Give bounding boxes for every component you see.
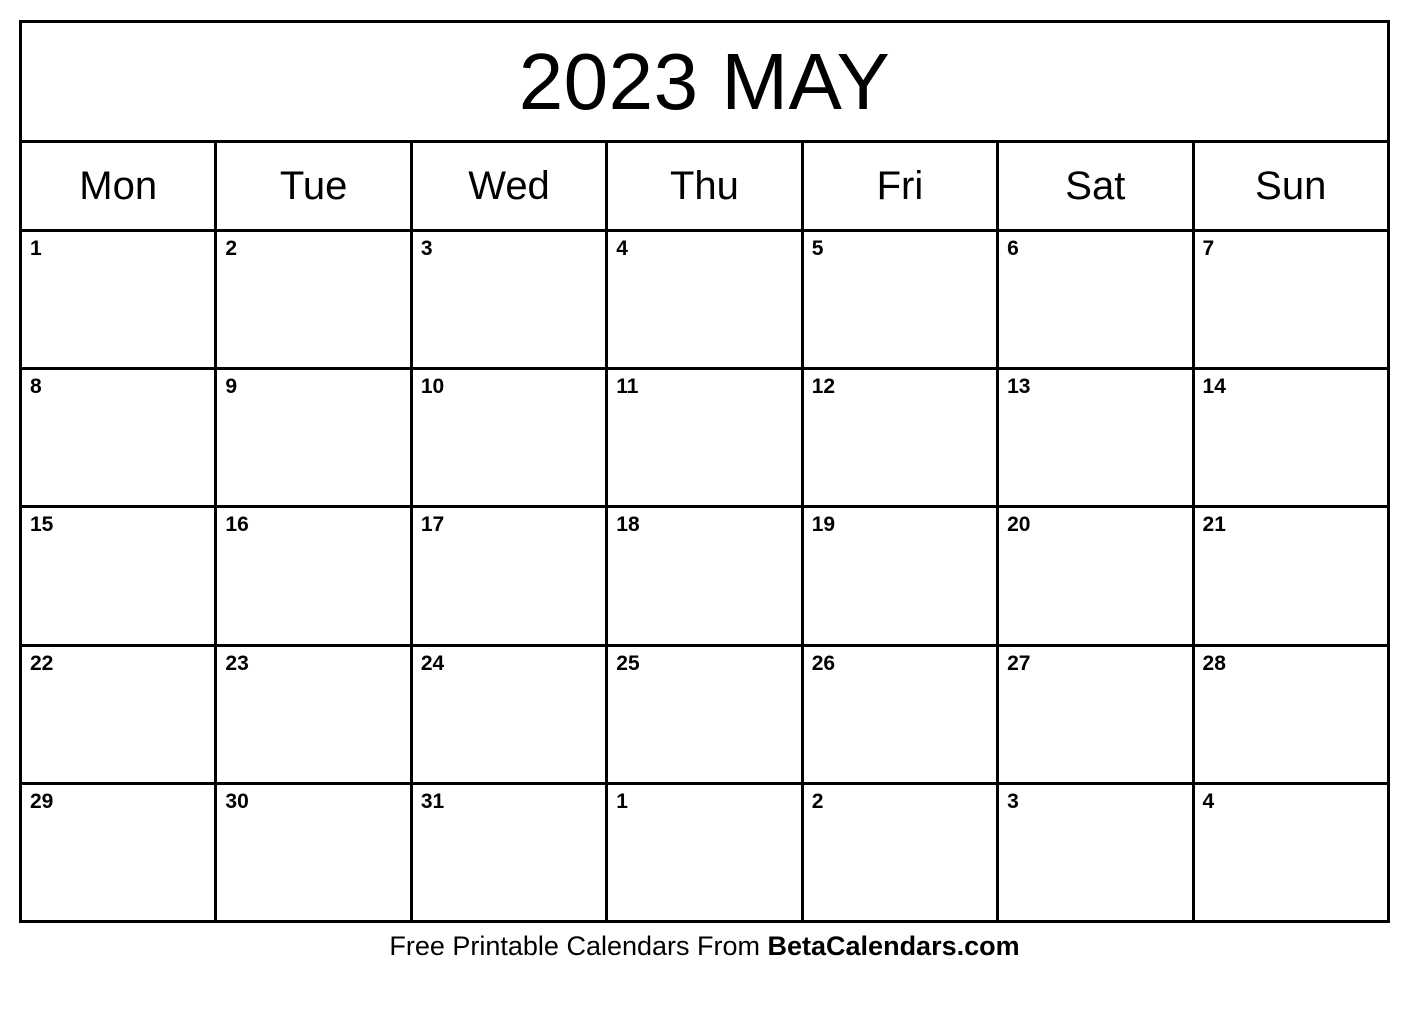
day-cell[interactable]: 14	[1194, 370, 1387, 506]
day-number: 29	[30, 789, 54, 813]
day-number: 16	[225, 513, 249, 537]
weekday-label: Mon	[79, 164, 158, 208]
day-cell[interactable]: 12	[803, 370, 1000, 506]
day-cell[interactable]: 11	[608, 370, 804, 506]
day-number: 5	[811, 237, 824, 260]
weekday-label: Sat	[1065, 164, 1126, 208]
day-cell[interactable]: 7	[1194, 232, 1387, 368]
day-number: 9	[225, 375, 238, 399]
day-number: 13	[1007, 375, 1031, 399]
day-cell[interactable]: 10	[412, 370, 609, 506]
day-number: 15	[30, 513, 54, 537]
day-number: 20	[1007, 513, 1031, 537]
weekday-header-thu: Thu	[608, 143, 804, 229]
day-cell[interactable]: 31	[412, 784, 609, 921]
footer-brand-link[interactable]: BetaCalendars.com	[768, 931, 1020, 961]
day-cell[interactable]: 13	[999, 370, 1195, 506]
week-row: 15 16 17 18 19 20 21	[22, 508, 1387, 647]
day-number: 30	[225, 789, 249, 813]
day-number: 11	[616, 375, 639, 399]
footer-attribution: Free Printable Calendars From BetaCalend…	[19, 931, 1390, 962]
day-number: 2	[811, 789, 824, 813]
week-row: 8 9 10 11 12 13 14	[22, 370, 1387, 509]
day-cell[interactable]: 1	[608, 784, 804, 921]
weekday-header-wed: Wed	[412, 143, 609, 229]
day-cell[interactable]: 27	[999, 646, 1195, 782]
day-number: 21	[1202, 513, 1226, 537]
day-cell[interactable]: 18	[608, 508, 804, 644]
weekday-label: Sun	[1255, 164, 1327, 208]
day-number: 19	[811, 513, 836, 537]
weekday-header-tue: Tue	[217, 143, 413, 229]
calendar-page: 2023 MAY Mon Tue Wed Thu Fri Sat Sun 1 2…	[0, 0, 1410, 1020]
day-cell[interactable]: 1	[22, 232, 218, 368]
day-cell[interactable]: 29	[22, 784, 218, 921]
weekday-label: Wed	[468, 164, 550, 208]
day-cell[interactable]: 3	[999, 784, 1195, 921]
day-cell[interactable]: 21	[1194, 508, 1387, 644]
week-row: 22 23 24 25 26 27 28	[22, 646, 1387, 785]
day-number: 6	[1007, 237, 1019, 260]
day-number: 1	[30, 237, 42, 260]
day-number: 17	[420, 513, 445, 537]
day-number: 3	[420, 237, 433, 260]
day-cell[interactable]: 23	[217, 646, 413, 782]
day-cell[interactable]: 19	[803, 508, 1000, 644]
day-cell[interactable]: 26	[803, 646, 1000, 782]
day-number: 8	[30, 375, 42, 399]
day-number: 4	[616, 237, 628, 260]
day-number: 14	[1202, 375, 1226, 399]
day-number: 25	[616, 651, 640, 675]
day-number: 10	[420, 375, 445, 399]
day-number: 7	[1202, 237, 1215, 260]
day-cell[interactable]: 9	[217, 370, 413, 506]
page-title: 2023 MAY	[518, 36, 891, 126]
day-cell[interactable]: 28	[1194, 646, 1387, 782]
day-cell[interactable]: 16	[217, 508, 413, 644]
day-number: 3	[1007, 789, 1019, 813]
day-number: 28	[1202, 651, 1226, 675]
day-number: 2	[225, 237, 238, 260]
day-number: 22	[30, 651, 54, 675]
day-cell[interactable]: 17	[412, 508, 609, 644]
day-cell[interactable]: 5	[803, 232, 1000, 368]
day-cell[interactable]: 8	[22, 370, 218, 506]
weekday-header-sun: Sun	[1194, 143, 1387, 229]
day-number: 26	[811, 651, 836, 675]
day-cell[interactable]: 6	[999, 232, 1195, 368]
calendar-weeks: 1 2 3 4 5 6 7 8 9 10 11 12 13 14 15 16 1…	[22, 232, 1387, 921]
day-number: 1	[616, 789, 628, 813]
day-number: 12	[811, 375, 836, 399]
day-number: 4	[1202, 789, 1215, 813]
calendar-title-band: 2023 MAY	[22, 23, 1387, 143]
day-number: 23	[225, 651, 249, 675]
day-number: 27	[1007, 651, 1031, 675]
day-cell[interactable]: 2	[803, 784, 1000, 921]
day-number: 24	[420, 651, 445, 675]
week-row: 29 30 31 1 2 3 4	[22, 784, 1387, 921]
weekday-label: Fri	[876, 164, 924, 208]
day-number: 18	[616, 513, 640, 537]
weekday-header-sat: Sat	[999, 143, 1195, 229]
week-row: 1 2 3 4 5 6 7	[22, 232, 1387, 371]
day-cell[interactable]: 3	[412, 232, 609, 368]
weekday-header-fri: Fri	[803, 143, 1000, 229]
day-cell[interactable]: 24	[412, 646, 609, 782]
day-cell[interactable]: 4	[1194, 784, 1387, 921]
weekday-label: Thu	[670, 164, 739, 208]
footer-prefix-text: Free Printable Calendars From	[389, 931, 768, 961]
day-number: 31	[420, 789, 445, 813]
weekday-label: Tue	[279, 164, 348, 208]
calendar-table: 2023 MAY Mon Tue Wed Thu Fri Sat Sun 1 2…	[19, 20, 1390, 923]
day-cell[interactable]: 25	[608, 646, 804, 782]
day-cell[interactable]: 20	[999, 508, 1195, 644]
day-cell[interactable]: 22	[22, 646, 218, 782]
day-cell[interactable]: 2	[217, 232, 413, 368]
day-cell[interactable]: 15	[22, 508, 218, 644]
day-cell[interactable]: 4	[608, 232, 804, 368]
weekday-header-row: Mon Tue Wed Thu Fri Sat Sun	[22, 143, 1387, 232]
weekday-header-mon: Mon	[22, 143, 218, 229]
day-cell[interactable]: 30	[217, 784, 413, 921]
